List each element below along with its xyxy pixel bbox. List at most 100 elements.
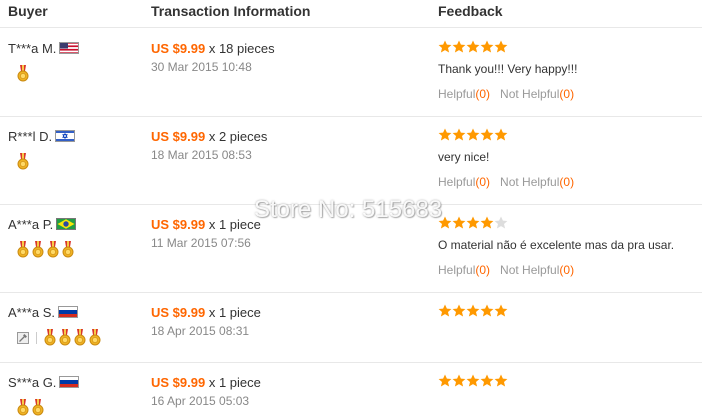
price: US $9.99 [151, 375, 206, 390]
star-filled-icon [480, 374, 494, 387]
helpful-count: (0) [475, 263, 491, 277]
star-filled-icon [480, 216, 494, 229]
star-filled-icon [438, 374, 452, 387]
not-helpful-label: Not Helpful [500, 263, 560, 277]
helpful-label: Helpful [438, 263, 476, 277]
helpful-label: Helpful [438, 175, 476, 189]
star-empty-icon [494, 216, 508, 229]
transaction-info: US $9.99 x 2 pieces [151, 129, 267, 144]
not-helpful-count: (0) [559, 87, 575, 101]
buyer-name-text: A***a S. [8, 305, 55, 320]
helpful-link[interactable]: Helpful(0) [438, 87, 490, 101]
star-filled-icon [466, 128, 480, 141]
buyer-name-text: S***a G. [8, 375, 57, 390]
helpful-links: Helpful(0) Not Helpful(0) [438, 263, 574, 277]
medal-icon [74, 329, 86, 346]
helpful-count: (0) [475, 87, 491, 101]
transaction-date: 11 Mar 2015 07:56 [151, 236, 251, 250]
quantity: x 2 pieces [208, 129, 268, 144]
star-rating [438, 304, 508, 317]
buyer-name: T***a M. [8, 41, 80, 56]
star-rating [438, 40, 508, 53]
star-filled-icon [466, 40, 480, 53]
transaction-date: 18 Apr 2015 08:31 [151, 324, 250, 338]
quantity: x 1 piece [208, 217, 261, 232]
il-flag-icon [55, 130, 76, 142]
star-filled-icon [466, 216, 480, 229]
feedback-row: A***a S. US $9.99 x 1 piece 18 Apr 2015 … [0, 293, 702, 363]
buyer-medals [17, 65, 32, 82]
not-helpful-label: Not Helpful [500, 175, 560, 189]
buyer-name-text: R***l D. [8, 129, 53, 144]
medal-icon [44, 329, 56, 346]
star-rating [438, 374, 508, 387]
medal-icon [32, 399, 44, 416]
transaction-date: 30 Mar 2015 10:48 [151, 60, 252, 74]
not-helpful-count: (0) [559, 175, 575, 189]
ru-flag-icon [59, 376, 80, 388]
transaction-date: 18 Mar 2015 08:53 [151, 148, 252, 162]
feedback-row: R***l D. US $9.99 x 2 pieces 18 Mar 2015… [0, 117, 702, 205]
ru-flag-icon [57, 306, 78, 318]
medal-icon [17, 241, 29, 258]
helpful-links: Helpful(0) Not Helpful(0) [438, 175, 574, 189]
buyer-name: S***a G. [8, 375, 80, 390]
not-helpful-link[interactable]: Not Helpful(0) [500, 175, 574, 189]
not-helpful-count: (0) [559, 263, 575, 277]
helpful-links: Helpful(0) Not Helpful(0) [438, 87, 574, 101]
star-rating [438, 216, 508, 229]
star-filled-icon [480, 40, 494, 53]
helpful-link[interactable]: Helpful(0) [438, 175, 490, 189]
quantity: x 1 piece [208, 375, 261, 390]
buyer-name-text: T***a M. [8, 41, 57, 56]
divider [36, 332, 37, 344]
helpful-count: (0) [475, 175, 491, 189]
transaction-info: US $9.99 x 1 piece [151, 375, 261, 390]
buyer-medals [17, 329, 104, 346]
star-filled-icon [480, 304, 494, 317]
feedback-comment: Thank you!!! Very happy!!! [438, 62, 578, 76]
star-filled-icon [494, 128, 508, 141]
helpful-link[interactable]: Helpful(0) [438, 263, 490, 277]
star-filled-icon [452, 374, 466, 387]
star-filled-icon [438, 128, 452, 141]
buyer-medals [17, 241, 77, 258]
not-helpful-link[interactable]: Not Helpful(0) [500, 87, 574, 101]
br-flag-icon [56, 218, 77, 230]
medal-group [44, 329, 104, 346]
medal-icon [89, 329, 101, 346]
buyer-name: A***a S. [8, 305, 78, 320]
buyer-name: R***l D. [8, 129, 76, 144]
feedback-row: S***a G. US $9.99 x 1 piece 16 Apr 2015 … [0, 363, 702, 420]
medal-icon [17, 399, 29, 416]
star-filled-icon [438, 40, 452, 53]
star-filled-icon [494, 304, 508, 317]
feedback-column-header: Feedback [438, 3, 503, 19]
star-filled-icon [438, 304, 452, 317]
feedback-row: T***a M. US $9.99 x 18 pieces 30 Mar 201… [0, 29, 702, 117]
buyer-column-header: Buyer [8, 3, 48, 19]
helpful-label: Helpful [438, 87, 476, 101]
price: US $9.99 [151, 217, 206, 232]
feedback-row: A***a P. US $9.99 x 1 piece 11 Mar 2015 … [0, 205, 702, 293]
star-filled-icon [452, 304, 466, 317]
transaction-date: 16 Apr 2015 05:03 [151, 394, 250, 408]
medal-icon [62, 241, 74, 258]
quantity: x 1 piece [208, 305, 261, 320]
star-filled-icon [452, 128, 466, 141]
transaction-info: US $9.99 x 1 piece [151, 217, 261, 232]
price: US $9.99 [151, 305, 206, 320]
star-filled-icon [452, 40, 466, 53]
transaction-column-header: Transaction Information [151, 3, 311, 19]
medal-icon [32, 241, 44, 258]
star-filled-icon [466, 374, 480, 387]
tool-icon [17, 331, 29, 344]
star-filled-icon [480, 128, 494, 141]
buyer-medals [17, 153, 32, 170]
feedback-comment: O material não é excelente mas da pra us… [438, 238, 675, 252]
not-helpful-label: Not Helpful [500, 87, 560, 101]
buyer-name: A***a P. [8, 217, 77, 232]
not-helpful-link[interactable]: Not Helpful(0) [500, 263, 574, 277]
star-filled-icon [452, 216, 466, 229]
star-rating [438, 128, 508, 141]
